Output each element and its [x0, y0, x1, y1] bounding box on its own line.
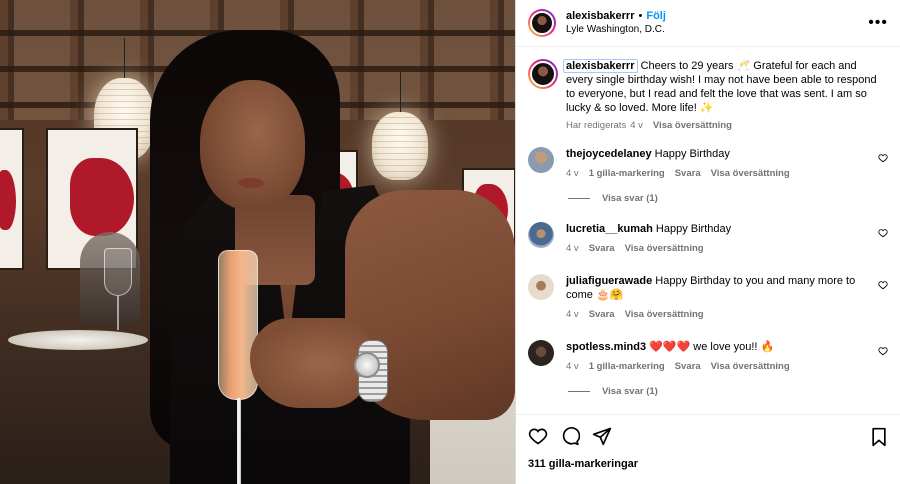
author-username[interactable]: alexisbakerrr [566, 10, 635, 22]
champagne-glass [218, 250, 258, 400]
face [200, 80, 305, 210]
commenter-avatar[interactable] [528, 222, 554, 248]
comment-item: thejoycedelaney Happy Birthday 4 v 1 gill… [528, 147, 888, 181]
translate-link[interactable]: Visa översättning [711, 168, 790, 179]
translate-link[interactable]: Visa översättning [625, 243, 704, 254]
translate-link[interactable]: Visa översättning [653, 120, 732, 131]
comment-item: spotless.mind3 ❤️❤️❤️ we love you!! 🔥 4 … [528, 340, 888, 374]
heart-icon[interactable] [878, 280, 888, 290]
comment-text: Happy Birthday [654, 148, 730, 160]
comment-time[interactable]: 4 v [566, 243, 579, 254]
view-replies-button[interactable]: Visa svar (1) [568, 193, 888, 204]
view-replies-label: Visa svar (1) [602, 386, 658, 397]
commenter-avatar[interactable] [528, 274, 554, 300]
comment-text: ❤️❤️❤️ we love you!! 🔥 [649, 341, 775, 353]
caption-username[interactable]: alexisbakerrr [563, 59, 638, 73]
post-side-panel: alexisbakerrr • Följ Lyle Washington, D.C.… [515, 0, 900, 484]
wine-glass [104, 248, 132, 296]
heart-icon[interactable] [878, 346, 888, 356]
bookmark-icon[interactable] [870, 427, 888, 447]
heart-icon[interactable] [528, 426, 548, 446]
comment-likes[interactable]: 1 gilla-markering [589, 361, 665, 372]
reply-button[interactable]: Svara [589, 243, 615, 254]
heart-icon[interactable] [878, 228, 888, 238]
separator-dot: • [638, 10, 643, 22]
author-avatar[interactable] [528, 9, 556, 37]
follow-button[interactable]: Följ [646, 10, 666, 22]
comment-time[interactable]: 4 v [566, 361, 579, 372]
wall-art [0, 128, 24, 270]
comment-username[interactable]: thejoycedelaney [566, 148, 652, 160]
caption-time[interactable]: 4 v [630, 120, 643, 131]
comment-item: lucretia__kumah Happy Birthday 4 v Svara V… [528, 222, 888, 256]
comment-icon[interactable] [560, 426, 580, 446]
post-header: alexisbakerrr • Följ Lyle Washington, D.C.… [516, 0, 900, 47]
heart-icon[interactable] [878, 153, 888, 163]
champagne-stem [237, 398, 241, 484]
comment-username[interactable]: spotless.mind3 [566, 341, 646, 353]
comment-username[interactable]: juliafiguerawade [566, 275, 652, 287]
reply-button[interactable]: Svara [589, 309, 615, 320]
likes-count[interactable]: 311 gilla-markeringar [516, 456, 900, 484]
pendant-lamp [372, 72, 428, 180]
more-options-icon[interactable]: ••• [868, 14, 888, 32]
comment-username[interactable]: lucretia__kumah [566, 223, 653, 235]
post-location[interactable]: Lyle Washington, D.C. [566, 23, 666, 37]
comments-list: alexisbakerrr Cheers to 29 years 🥂 Grate… [516, 47, 900, 414]
comment-time[interactable]: 4 v [566, 168, 579, 179]
commenter-avatar[interactable] [528, 340, 554, 366]
reply-button[interactable]: Svara [675, 361, 701, 372]
translate-link[interactable]: Visa översättning [625, 309, 704, 320]
view-replies-button[interactable]: Visa svar (1) [568, 386, 888, 397]
watch-face [354, 352, 380, 378]
table [8, 330, 148, 350]
action-bar [516, 414, 900, 456]
caption: alexisbakerrr Cheers to 29 years 🥂 Grate… [528, 59, 888, 133]
post-photo[interactable] [0, 0, 515, 484]
hand [250, 318, 370, 408]
wine-glass-stem [117, 296, 119, 330]
comment-time[interactable]: 4 v [566, 309, 579, 320]
caption-avatar[interactable] [528, 59, 558, 89]
comment-likes[interactable]: 1 gilla-markering [589, 168, 665, 179]
edited-label: Har redigerats [566, 120, 627, 131]
reply-button[interactable]: Svara [675, 168, 701, 179]
comment-text: Happy Birthday [655, 223, 732, 235]
comment-item: juliafiguerawade Happy Birthday to you a… [528, 274, 888, 322]
lips [238, 178, 264, 188]
commenter-avatar[interactable] [528, 147, 554, 173]
translate-link[interactable]: Visa översättning [711, 361, 790, 372]
share-icon[interactable] [592, 426, 612, 446]
view-replies-label: Visa svar (1) [602, 193, 658, 204]
